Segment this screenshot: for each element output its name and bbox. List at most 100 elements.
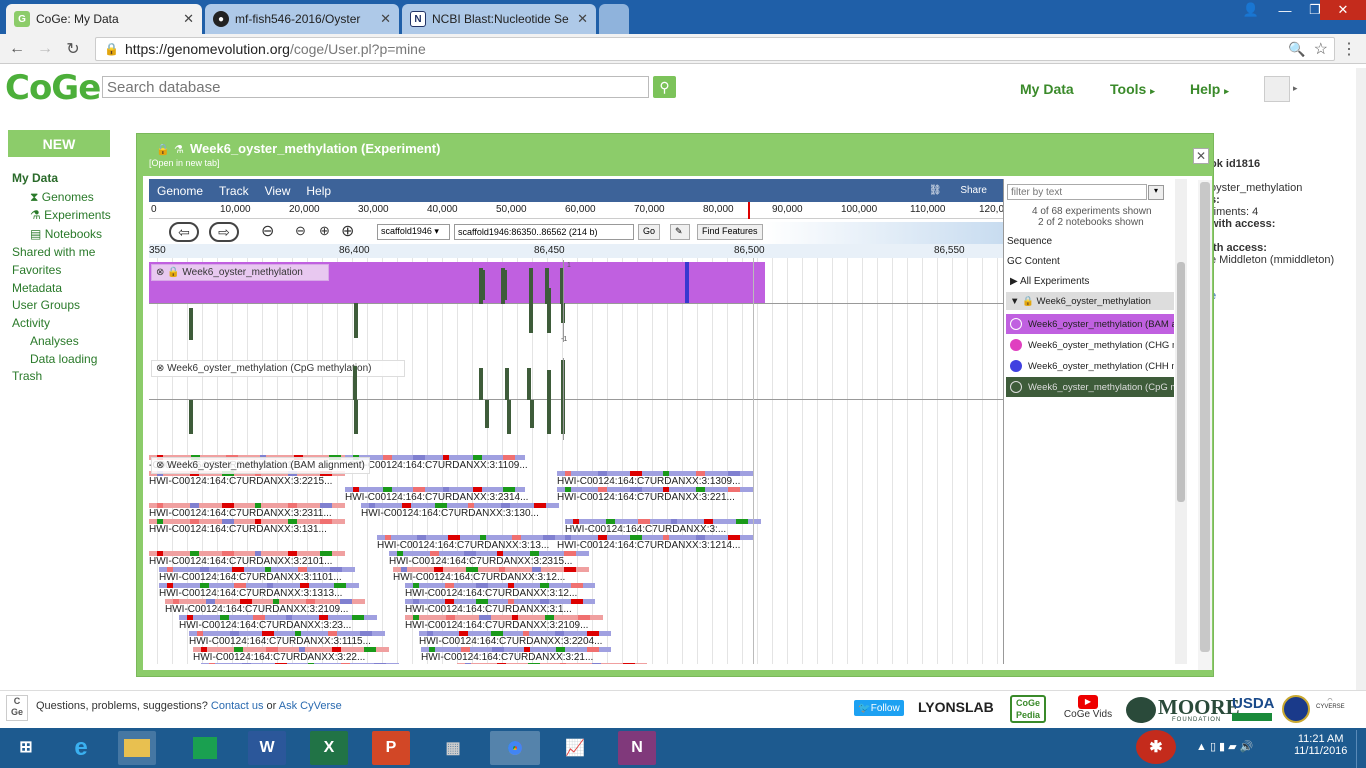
caret-right-icon[interactable]: ▸ xyxy=(1293,83,1298,94)
close-window-button[interactable]: ✕ xyxy=(1320,0,1366,20)
detail-ruler-tick: 86,400 xyxy=(339,245,370,256)
chart-app-icon[interactable]: 📈 xyxy=(556,731,594,765)
file-explorer-icon[interactable] xyxy=(118,731,156,765)
search-input[interactable] xyxy=(102,76,649,98)
bookmark-star-icon[interactable]: ☆ xyxy=(1314,39,1328,59)
pan-left-button[interactable]: ⇦ xyxy=(169,222,199,242)
highlight-button[interactable]: ✎ xyxy=(670,224,690,240)
share-button[interactable]: ⛓ Share xyxy=(921,185,995,196)
new-tab-button[interactable] xyxy=(599,4,629,34)
menu-icon[interactable]: ⋮ xyxy=(1338,38,1360,60)
powerpoint-icon[interactable]: P xyxy=(372,731,410,765)
new-button[interactable]: NEW xyxy=(8,130,110,157)
url-field[interactable]: 🔒 https://genomevolution.org /coge/User.… xyxy=(95,37,1335,61)
excel-icon[interactable]: X xyxy=(310,731,348,765)
experiment-item-chh[interactable]: Week6_oyster_methylation (CHH m xyxy=(1006,356,1174,376)
panel-scroll-thumb[interactable] xyxy=(1177,262,1185,502)
sidebar-item-data-loading[interactable]: Data loading xyxy=(30,352,97,366)
all-experiments-toggle[interactable]: ▶ All Experiments xyxy=(1010,276,1089,287)
sidebar-item-my-data[interactable]: My Data xyxy=(12,171,58,185)
experiment-item-chg[interactable]: Week6_oyster_methylation (CHG m xyxy=(1006,335,1174,355)
nav-tools[interactable]: Tools ▸ xyxy=(1110,81,1155,97)
minimize-button[interactable]: — xyxy=(1270,0,1300,20)
filter-dropdown-button[interactable]: ▾ xyxy=(1148,185,1164,200)
tracks-area[interactable]: ⊗ 🔒 Week6_oyster_methylation 1 -1 ⊗ Week6_o… xyxy=(149,258,1003,664)
grid-line xyxy=(682,258,683,664)
sidebar-item-activity[interactable]: Activity xyxy=(12,316,50,330)
tab-github[interactable]: ● mf-fish546-2016/Oyster ✕ xyxy=(205,4,399,34)
sidebar-item-metadata[interactable]: Metadata xyxy=(12,281,62,295)
experiment-group[interactable]: ▼ 🔒 Week6_oyster_methylation xyxy=(1006,292,1174,310)
track-gc-content[interactable]: GC Content xyxy=(1007,256,1060,267)
experiment-item-bam[interactable]: Week6_oyster_methylation (BAM a xyxy=(1006,314,1174,334)
pan-right-button[interactable]: ⇨ xyxy=(209,222,239,242)
page-scrollbar[interactable] xyxy=(1356,68,1366,718)
close-tab-icon[interactable]: ✕ xyxy=(380,11,391,27)
tab-ncbi[interactable]: N NCBI Blast:Nucleotide Se ✕ xyxy=(402,4,596,34)
avatar[interactable] xyxy=(1264,76,1290,102)
zoom-in-large-icon[interactable]: ⊕ xyxy=(341,221,354,241)
menu-view[interactable]: View xyxy=(265,184,291,198)
go-button[interactable]: Go xyxy=(638,224,661,240)
zoom-out-icon[interactable]: ⊖ xyxy=(295,223,306,239)
close-dialog-button[interactable]: ✕ xyxy=(1193,148,1209,164)
zoom-in-icon[interactable]: ⊕ xyxy=(319,223,330,239)
location-input[interactable] xyxy=(454,224,634,240)
chrome-icon[interactable] xyxy=(490,731,540,765)
menu-genome[interactable]: Genome xyxy=(157,184,203,198)
info-experiments: riments: 4 xyxy=(1210,206,1259,218)
twitter-follow-button[interactable]: 🐦 Follow xyxy=(854,700,904,716)
overview-ruler[interactable]: 0 10,000 20,000 30,000 40,000 50,000 60,000 70,… xyxy=(149,202,1015,219)
cyverse-logo[interactable]: ◠ CYVERSE xyxy=(1316,697,1345,723)
sidebar-item-analyses[interactable]: Analyses xyxy=(30,334,79,348)
sidebar-item-shared[interactable]: Shared with me xyxy=(12,245,95,259)
tray-app-icon[interactable]: ✱ xyxy=(1136,730,1176,764)
scaffold-select[interactable]: scaffold1946 ▾ xyxy=(377,224,450,240)
forward-button[interactable]: → xyxy=(34,38,56,60)
ie-icon[interactable]: e xyxy=(62,731,100,765)
store-icon[interactable] xyxy=(186,731,224,765)
dialog-scroll-thumb[interactable] xyxy=(1200,182,1210,652)
lyonslab-logo[interactable]: LYONSLAB xyxy=(918,699,994,715)
coge-logo[interactable]: CoGe xyxy=(5,68,101,108)
sidebar-item-experiments[interactable]: ⚗ Experiments xyxy=(30,208,111,222)
zoom-out-large-icon[interactable]: ⊖ xyxy=(261,221,274,241)
tray-icons[interactable]: ▲ ▯ ▮ ▰ 🔊 xyxy=(1196,740,1253,753)
sidebar-item-genomes[interactable]: ⧗ Genomes xyxy=(30,190,94,205)
clock[interactable]: 11:21 AM 11/11/2016 xyxy=(1294,733,1347,757)
ask-cyverse-link[interactable]: Ask CyVerse xyxy=(279,700,342,712)
reload-button[interactable]: ↻ xyxy=(62,38,84,60)
find-features-button[interactable]: Find Features xyxy=(697,224,763,240)
search-button[interactable]: ⚲ xyxy=(653,76,676,98)
usda-logo[interactable]: USDA xyxy=(1232,695,1275,712)
onenote-icon[interactable]: N xyxy=(618,731,656,765)
windows-start-button[interactable]: ⊞ xyxy=(4,730,48,764)
filter-input[interactable] xyxy=(1007,184,1147,200)
menu-help[interactable]: Help xyxy=(306,184,331,198)
close-tab-icon[interactable]: ✕ xyxy=(577,11,588,27)
zoom-icon[interactable]: 🔍 xyxy=(1288,41,1305,58)
open-new-tab-link[interactable]: [Open in new tab] xyxy=(149,158,220,168)
word-icon[interactable]: W xyxy=(248,731,286,765)
cpg-bar-up xyxy=(547,370,551,400)
cogepedia-logo[interactable]: CoGe Pedia xyxy=(1010,695,1046,723)
sidebar-item-notebooks[interactable]: ▤ Notebooks xyxy=(30,227,102,241)
contact-link[interactable]: Contact us xyxy=(211,700,264,712)
sidebar-item-user-groups[interactable]: User Groups xyxy=(12,298,80,312)
track-sequence[interactable]: Sequence xyxy=(1007,236,1052,247)
user-icon[interactable]: 👤 xyxy=(1236,0,1266,20)
close-tab-icon[interactable]: ✕ xyxy=(183,11,194,27)
tab-coge[interactable]: G CoGe: My Data ✕ xyxy=(6,4,202,34)
nsf-logo[interactable] xyxy=(1282,695,1310,723)
read-label: HWI-C00124:164:C7URDANXX:3:2315... xyxy=(389,556,573,567)
sidebar-item-favorites[interactable]: Favorites xyxy=(12,263,61,277)
nav-my-data[interactable]: My Data xyxy=(1020,81,1074,97)
back-button[interactable]: ← xyxy=(6,38,28,60)
nav-help[interactable]: Help ▸ xyxy=(1190,81,1229,97)
show-desktop-button[interactable] xyxy=(1356,730,1366,768)
coge-vids-link[interactable]: ▶ CoGe Vids xyxy=(1060,695,1116,725)
experiment-item-cpg[interactable]: Week6_oyster_methylation (CpG m xyxy=(1006,377,1174,397)
calculator-icon[interactable]: ▦ xyxy=(434,731,472,765)
sidebar-item-trash[interactable]: Trash xyxy=(12,369,42,383)
menu-track[interactable]: Track xyxy=(219,184,249,198)
